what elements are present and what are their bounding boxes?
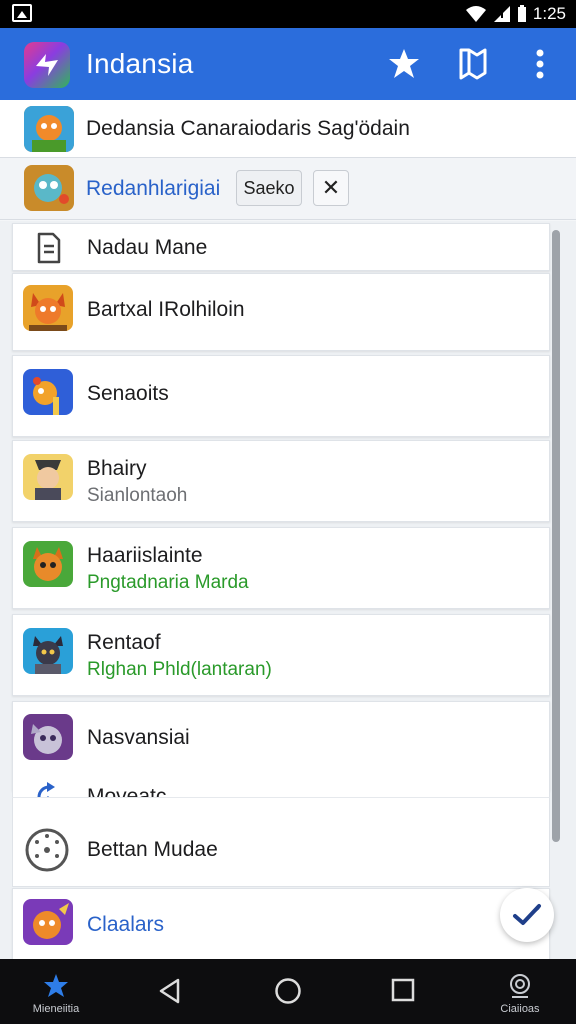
star-icon [389,49,419,78]
game-thumbnail [24,165,74,211]
app-bar: Indansia [0,28,576,100]
game-thumbnail [23,369,73,415]
battery-icon [517,5,526,22]
settings-dial-icon [25,828,69,872]
close-icon: ✕ [321,175,341,200]
wifi-icon [465,6,486,22]
bookmark-map-button[interactable] [451,42,495,86]
list-item-title: Haariislainte [87,544,203,567]
game-thumbnail [23,628,73,674]
list-item-subtitle: Pngtadnaria Marda [87,572,249,593]
back-triangle-icon [159,978,180,1004]
list-item[interactable]: Rentaof Rlghan Phld(lantaran) [12,614,550,696]
list-item-title: Bettan Mudae [87,838,218,861]
map-flag-icon [459,48,487,80]
signal-icon [493,6,510,22]
status-icons: 1:25 [465,3,566,25]
overflow-menu-button[interactable] [518,42,562,86]
back-button[interactable] [156,977,184,1005]
list-item[interactable]: Senaoits [12,355,550,437]
recents-square-icon [391,978,415,1002]
app-logo [24,42,70,88]
confirm-fab[interactable] [500,888,554,942]
list-item-subtitle: Sianlontaoh [87,485,188,506]
nav-home-label: Mieneiitia [32,1003,80,1015]
list-item-title: Senaoits [87,382,169,405]
favorite-button[interactable] [382,42,426,86]
game-thumbnail [23,285,73,331]
status-bar: 1:25 [0,0,576,28]
item-list: Nadau Mane Bartxal IRolhiloin Senaoits B… [0,221,576,959]
search-chip-button[interactable]: Saeko [236,170,302,206]
game-thumbnail [23,541,73,587]
list-item-title: Claalars [87,913,165,936]
list-item-title: Nasvansiai [87,726,190,749]
list-item[interactable]: Bartxal IRolhiloin [12,273,550,351]
list-item[interactable]: Bhairy Sianlontaoh [12,440,550,522]
list-item[interactable]: Nadau Mane [12,223,550,271]
list-item[interactable]: Claalars [12,888,550,959]
app-title: Indansia [86,48,194,79]
check-icon [513,904,541,925]
list-item-title: Bartxal IRolhiloin [87,298,245,321]
list-item[interactable]: Bettan Mudae [12,797,550,887]
bottom-navigation: Mieneiitia Ciaiioas [0,959,576,1024]
list-item-subtitle: Rlghan Phld(lantaran) [87,659,272,680]
game-thumbnail [24,106,74,152]
scrollbar[interactable] [552,230,560,842]
document-icon [37,232,61,264]
game-thumbnail [23,899,73,945]
more-vertical-icon [536,49,544,79]
recents-button[interactable] [390,977,416,1003]
game-thumbnail [23,714,73,760]
gallery-icon [12,4,32,22]
home-button[interactable] [274,977,302,1005]
nav-profile-label: Ciaiioas [500,1003,540,1015]
star-icon [44,974,68,997]
list-item[interactable]: Haariislainte Pngtadnaria Marda [12,527,550,609]
header-row-search: Redanhlarigiai Saeko ✕ [0,158,576,220]
header-link[interactable]: Redanhlarigiai [86,177,220,201]
header-row-title: Dedansia Canaraiodaris Sag'ödain [0,100,576,158]
game-thumbnail [23,454,73,500]
clock-time: 1:25 [532,4,566,23]
list-item-title: Bhairy [87,457,147,480]
close-button[interactable]: ✕ [313,170,349,206]
list-item-title: Nadau Mane [87,236,208,259]
nav-home[interactable]: Mieneiitia [26,973,86,1015]
home-circle-icon [275,978,301,1004]
list-item-title: Rentaof [87,631,161,654]
camera-profile-icon [510,974,530,998]
header-title-text: Dedansia Canaraiodaris Sag'ödain [86,117,410,140]
nav-profile[interactable]: Ciaiioas [494,973,546,1015]
